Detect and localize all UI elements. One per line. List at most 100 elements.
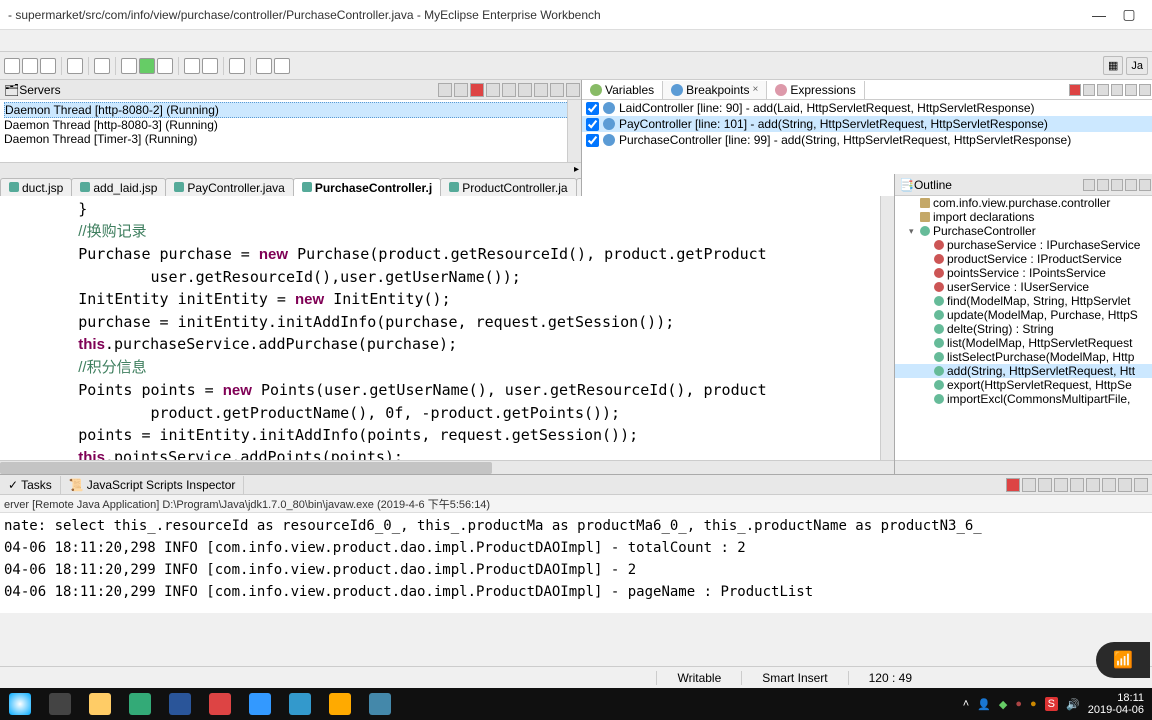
new-class-icon[interactable] [202,58,218,74]
outline-node[interactable]: add(String, HttpServletRequest, Htt [895,364,1152,378]
code-editor[interactable]: } //换购记录 Purchase purchase = new Purchas… [0,196,894,460]
run-icon[interactable] [139,58,155,74]
tray-ime-icon[interactable]: S [1045,697,1058,711]
java-perspective-button[interactable]: Ja [1126,57,1148,75]
build-icon[interactable] [94,58,110,74]
outline-node[interactable]: pointsService : IPointsService [895,266,1152,280]
hide-fields-icon[interactable] [1097,179,1109,191]
outline-node[interactable]: purchaseService : IPurchaseService [895,238,1152,252]
view-menu-icon[interactable] [1139,179,1151,191]
remove-launch-icon[interactable] [1022,478,1036,492]
system-tray[interactable]: ˄ 👤 ◆ ● ● S 🔊 18:11 2019-04-06 [963,692,1152,716]
outline-node[interactable]: export(HttpServletRequest, HttpSe [895,378,1152,392]
suspend-icon[interactable] [454,83,468,97]
breakpoint-checkbox[interactable] [586,134,599,147]
outline-node[interactable]: list(ModelMap, HttpServletRequest [895,336,1152,350]
ext-tools-icon[interactable] [157,58,173,74]
save-icon[interactable] [22,58,38,74]
editor-tab[interactable]: ProductController.ja [440,178,576,197]
open-perspective-button[interactable]: ▦ [1103,56,1123,75]
outline-node[interactable]: import declarations [895,210,1152,224]
remove-all-icon[interactable] [1038,478,1052,492]
expressions-tab[interactable]: Expressions [767,81,864,99]
view-menu-icon[interactable] [1134,478,1148,492]
ie-button[interactable] [280,688,320,720]
hide-static-icon[interactable] [1111,179,1123,191]
breakpoint-row[interactable]: PayController [line: 101] - add(String, … [582,116,1152,132]
maximize-button[interactable]: ▢ [1114,6,1144,23]
outline-tree[interactable]: com.info.view.purchase.controllerimport … [895,196,1152,460]
myeclipse-button[interactable] [360,688,400,720]
tray-chevron-icon[interactable]: ˄ [963,698,969,710]
word-button[interactable] [160,688,200,720]
nav-fwd-icon[interactable] [274,58,290,74]
outline-node[interactable]: productService : IProductService [895,252,1152,266]
outline-node[interactable]: userService : IUserService [895,280,1152,294]
clear-console-icon[interactable] [1054,478,1068,492]
debug-threads-tree[interactable]: Daemon Thread [http-8080-2] (Running) Da… [0,100,581,162]
outline-node[interactable]: find(ModelMap, String, HttpServlet [895,294,1152,308]
skip-bp-icon[interactable] [1111,84,1123,96]
nav-back-icon[interactable] [256,58,272,74]
scrollbar-vertical[interactable] [880,196,894,460]
breakpoint-row[interactable]: PurchaseController [line: 99] - add(Stri… [582,132,1152,148]
tasks-tab[interactable]: ✓Tasks [0,476,61,494]
sort-icon[interactable] [1083,179,1095,191]
taskbar-clock[interactable]: 18:11 2019-04-06 [1088,692,1144,716]
resume-icon[interactable] [438,83,452,97]
search-icon[interactable] [229,58,245,74]
open-console-icon[interactable] [1118,478,1132,492]
terminate-icon[interactable] [1006,478,1020,492]
thread-row[interactable]: Daemon Thread [http-8080-3] (Running) [4,118,577,132]
close-icon[interactable]: × [753,84,759,95]
remove-bp-icon[interactable] [1069,84,1081,96]
new-pkg-icon[interactable] [184,58,200,74]
hide-nonpublic-icon[interactable] [1125,179,1137,191]
menubar[interactable] [0,30,1152,52]
console-output[interactable]: nate: select this_.resourceId as resourc… [0,513,1152,613]
edge-button[interactable] [120,688,160,720]
breakpoint-checkbox[interactable] [586,118,599,131]
outline-node[interactable]: importExcl(CommonsMultipartFile, [895,392,1152,406]
outline-node[interactable]: listSelectPurchase(ModelMap, Http [895,350,1152,364]
tray-shield-icon[interactable]: ◆ [999,698,1007,711]
task-view-button[interactable] [40,688,80,720]
display-console-icon[interactable] [1102,478,1116,492]
save-all-icon[interactable] [40,58,56,74]
variables-tab[interactable]: Variables [582,81,663,99]
outline-node[interactable]: com.info.view.purchase.controller [895,196,1152,210]
print-icon[interactable] [67,58,83,74]
app2-button[interactable] [320,688,360,720]
scrollbar-horizontal[interactable]: ▸ [0,162,581,176]
editor-tab-active[interactable]: PurchaseController.j [293,178,441,197]
thread-row[interactable]: Daemon Thread [http-8080-2] (Running) [4,102,577,118]
outline-node[interactable]: update(ModelMap, Purchase, HttpS [895,308,1152,322]
tray-app-icon[interactable]: ● [1015,698,1022,710]
pin-console-icon[interactable] [1086,478,1100,492]
debug-icon[interactable] [121,58,137,74]
wps-button[interactable] [200,688,240,720]
wifi-status-badge[interactable]: 📶 [1096,642,1150,678]
step-return-icon[interactable] [534,83,548,97]
disconnect-icon[interactable] [486,83,500,97]
breakpoint-row[interactable]: LaidController [line: 90] - add(Laid, Ht… [582,100,1152,116]
tray-volume-icon[interactable]: 🔊 [1066,698,1080,711]
scrollbar-horizontal[interactable] [895,460,1152,474]
link-editor-icon[interactable] [1125,84,1137,96]
minimize-button[interactable]: — [1084,7,1114,23]
scrollbar-vertical[interactable] [567,100,581,162]
start-button[interactable] [0,688,40,720]
editor-tab[interactable]: duct.jsp [0,178,72,197]
scrollbar-horizontal[interactable] [0,460,894,474]
remove-all-bp-icon[interactable] [1083,84,1095,96]
view-menu-icon[interactable] [566,83,580,97]
outline-node[interactable]: ▾PurchaseController [895,224,1152,238]
view-menu-icon[interactable] [1139,84,1151,96]
new-icon[interactable] [4,58,20,74]
js-scripts-tab[interactable]: 📜JavaScript Scripts Inspector [61,476,245,494]
goto-file-icon[interactable] [1097,84,1109,96]
scroll-lock-icon[interactable] [1070,478,1084,492]
editor-tab[interactable]: PayController.java [165,178,293,197]
breakpoint-checkbox[interactable] [586,102,599,115]
file-explorer-button[interactable] [80,688,120,720]
